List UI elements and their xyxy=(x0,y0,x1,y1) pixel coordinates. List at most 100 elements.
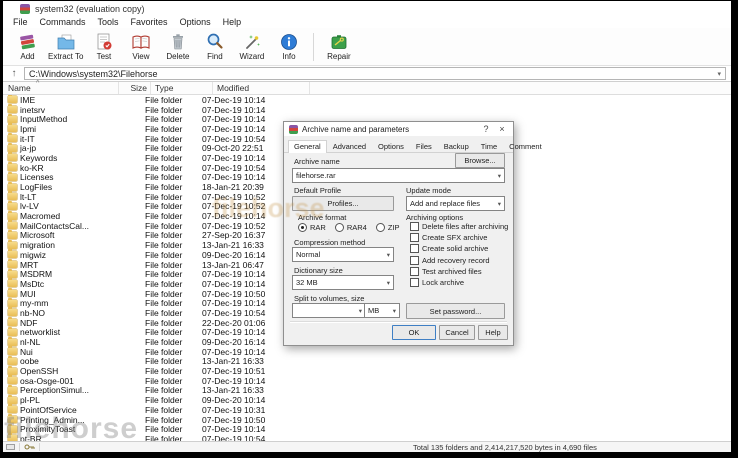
info-button[interactable]: Info xyxy=(270,32,307,61)
menu-item[interactable]: Favorites xyxy=(125,17,174,27)
menu-item[interactable]: Tools xyxy=(92,17,125,27)
browse-button[interactable]: Browse... xyxy=(455,153,505,168)
dictionary-size-label: Dictionary size xyxy=(294,266,343,275)
option-checkbox[interactable]: Test archived files xyxy=(410,267,508,275)
address-bar: ↑ C:\Windows\system32\Filehorse ▾ xyxy=(3,66,731,82)
toolbar: Add Extract To Test View Delete Find Wiz… xyxy=(3,28,731,66)
address-combobox[interactable]: C:\Windows\system32\Filehorse ▾ xyxy=(24,67,726,80)
chevron-down-icon[interactable]: ▾ xyxy=(498,200,501,208)
file-type-cell: File folder xyxy=(141,308,198,318)
view-button[interactable]: View xyxy=(122,32,159,61)
file-modified-cell: 13-Jan-21 06:47 xyxy=(198,260,290,270)
up-one-level-icon[interactable]: ↑ xyxy=(8,68,20,80)
close-icon[interactable]: × xyxy=(496,124,508,134)
ok-button[interactable]: OK xyxy=(392,325,436,340)
info-icon xyxy=(279,32,299,52)
file-row[interactable]: OpenSSH File folder 07-Dec-19 10:51 xyxy=(3,366,731,376)
archive-name-value: filehorse.rar xyxy=(296,171,336,180)
wizard-button[interactable]: Wizard xyxy=(233,32,270,61)
dialog-tab[interactable]: Files xyxy=(410,139,438,152)
checkbox-icon xyxy=(410,267,419,276)
chevron-down-icon[interactable]: ▾ xyxy=(387,251,390,259)
file-type-cell: File folder xyxy=(141,327,198,337)
file-row[interactable]: PerceptionSimul... File folder 13-Jan-21… xyxy=(3,386,731,396)
menu-item[interactable]: Options xyxy=(174,17,217,27)
file-row[interactable]: inetsrv File folder 07-Dec-19 10:14 xyxy=(3,105,731,115)
file-name-cell: MSDRM xyxy=(3,269,113,279)
file-type-cell: File folder xyxy=(141,192,198,202)
file-name-cell: LogFiles xyxy=(3,182,113,192)
add-button[interactable]: Add xyxy=(9,32,46,61)
file-row[interactable]: Nui File folder 07-Dec-19 10:14 xyxy=(3,347,731,357)
file-modified-cell: 09-Oct-20 22:51 xyxy=(198,143,290,153)
menu-item[interactable]: Commands xyxy=(34,17,92,27)
update-mode-label: Update mode xyxy=(406,186,451,195)
cancel-button[interactable]: Cancel xyxy=(439,325,475,340)
dialog-title-bar: Archive name and parameters ? × xyxy=(284,122,513,136)
test-archive-icon xyxy=(94,32,114,52)
option-checkbox[interactable]: Add recovery record xyxy=(410,256,508,264)
dialog-tab[interactable]: Comment xyxy=(503,139,548,152)
option-checkbox[interactable]: Delete files after archiving xyxy=(410,223,508,231)
option-checkbox[interactable]: Lock archive xyxy=(410,278,508,286)
folder-icon xyxy=(8,271,17,278)
file-type-cell: File folder xyxy=(141,289,198,299)
find-button[interactable]: Find xyxy=(196,32,233,61)
chevron-down-icon[interactable]: ▾ xyxy=(387,279,390,287)
file-name-cell: ko-KR xyxy=(3,163,113,173)
file-type-cell: File folder xyxy=(141,95,198,105)
update-mode-select[interactable]: Add and replace files ▾ xyxy=(406,196,505,211)
archive-name-combobox[interactable]: filehorse.rar ▾ xyxy=(292,168,505,183)
set-password-button[interactable]: Set password... xyxy=(406,303,505,319)
folder-icon xyxy=(8,339,17,346)
archive-name-label: Archive name xyxy=(294,157,340,166)
column-header-modified[interactable]: Modified xyxy=(213,82,310,94)
dialog-help-icon[interactable]: ? xyxy=(480,124,492,134)
chevron-down-icon[interactable]: ▾ xyxy=(359,307,362,315)
split-unit-select[interactable]: MB ▾ xyxy=(364,303,400,318)
file-row[interactable]: pl-PL File folder 09-Dec-20 10:14 xyxy=(3,395,731,405)
file-type-cell: File folder xyxy=(141,172,198,182)
repair-button[interactable]: Repair xyxy=(320,32,357,61)
file-modified-cell: 13-Jan-21 16:33 xyxy=(198,240,290,250)
dialog-tab[interactable]: General xyxy=(288,140,327,153)
column-header-size[interactable]: Size xyxy=(119,82,151,94)
chevron-down-icon[interactable]: ▾ xyxy=(393,307,396,315)
file-name-cell: pl-PL xyxy=(3,395,113,405)
file-row[interactable]: IME File folder 07-Dec-19 10:14 xyxy=(3,95,731,105)
file-name-cell: ja-jp xyxy=(3,143,113,153)
split-volumes-combobox[interactable]: ▾ xyxy=(292,303,366,318)
address-path: C:\Windows\system32\Filehorse xyxy=(29,69,158,79)
format-radio[interactable]: ZIP xyxy=(376,223,400,232)
file-row[interactable]: oobe File folder 13-Jan-21 16:33 xyxy=(3,357,731,367)
help-button[interactable]: Help xyxy=(478,325,508,340)
extract-to-button[interactable]: Extract To xyxy=(46,32,85,61)
dialog-tab[interactable]: Time xyxy=(475,139,503,152)
compression-method-select[interactable]: Normal ▾ xyxy=(292,247,394,262)
radio-icon xyxy=(298,223,307,232)
dialog-tab[interactable]: Backup xyxy=(438,139,475,152)
test-button[interactable]: Test xyxy=(85,32,122,61)
checkbox-icon xyxy=(410,244,419,253)
chevron-down-icon[interactable]: ▾ xyxy=(717,70,721,78)
dialog-tab[interactable]: Advanced xyxy=(327,139,372,152)
option-checkbox[interactable]: Create solid archive xyxy=(410,245,508,253)
dictionary-size-select[interactable]: 32 MB ▾ xyxy=(292,275,394,290)
archiving-options-label: Archiving options xyxy=(406,213,463,222)
folder-icon xyxy=(8,300,17,307)
file-row[interactable]: osa-Osge-001 File folder 07-Dec-19 10:14 xyxy=(3,376,731,386)
menu-item[interactable]: File xyxy=(7,17,34,27)
column-header-name[interactable]: Name xyxy=(3,82,119,94)
option-checkbox[interactable]: Create SFX archive xyxy=(410,234,508,242)
file-type-cell: File folder xyxy=(141,105,198,115)
delete-button[interactable]: Delete xyxy=(159,32,196,61)
dialog-tab[interactable]: Options xyxy=(372,139,410,152)
toolbar-label: Delete xyxy=(166,52,189,61)
menu-item[interactable]: Help xyxy=(217,17,248,27)
column-header-type[interactable]: Type xyxy=(151,82,213,94)
format-radio[interactable]: RAR xyxy=(298,223,326,232)
sort-ascending-icon: ^ xyxy=(36,80,39,87)
file-type-cell: File folder xyxy=(141,182,198,192)
chevron-down-icon[interactable]: ▾ xyxy=(498,172,501,180)
format-radio[interactable]: RAR4 xyxy=(335,223,367,232)
